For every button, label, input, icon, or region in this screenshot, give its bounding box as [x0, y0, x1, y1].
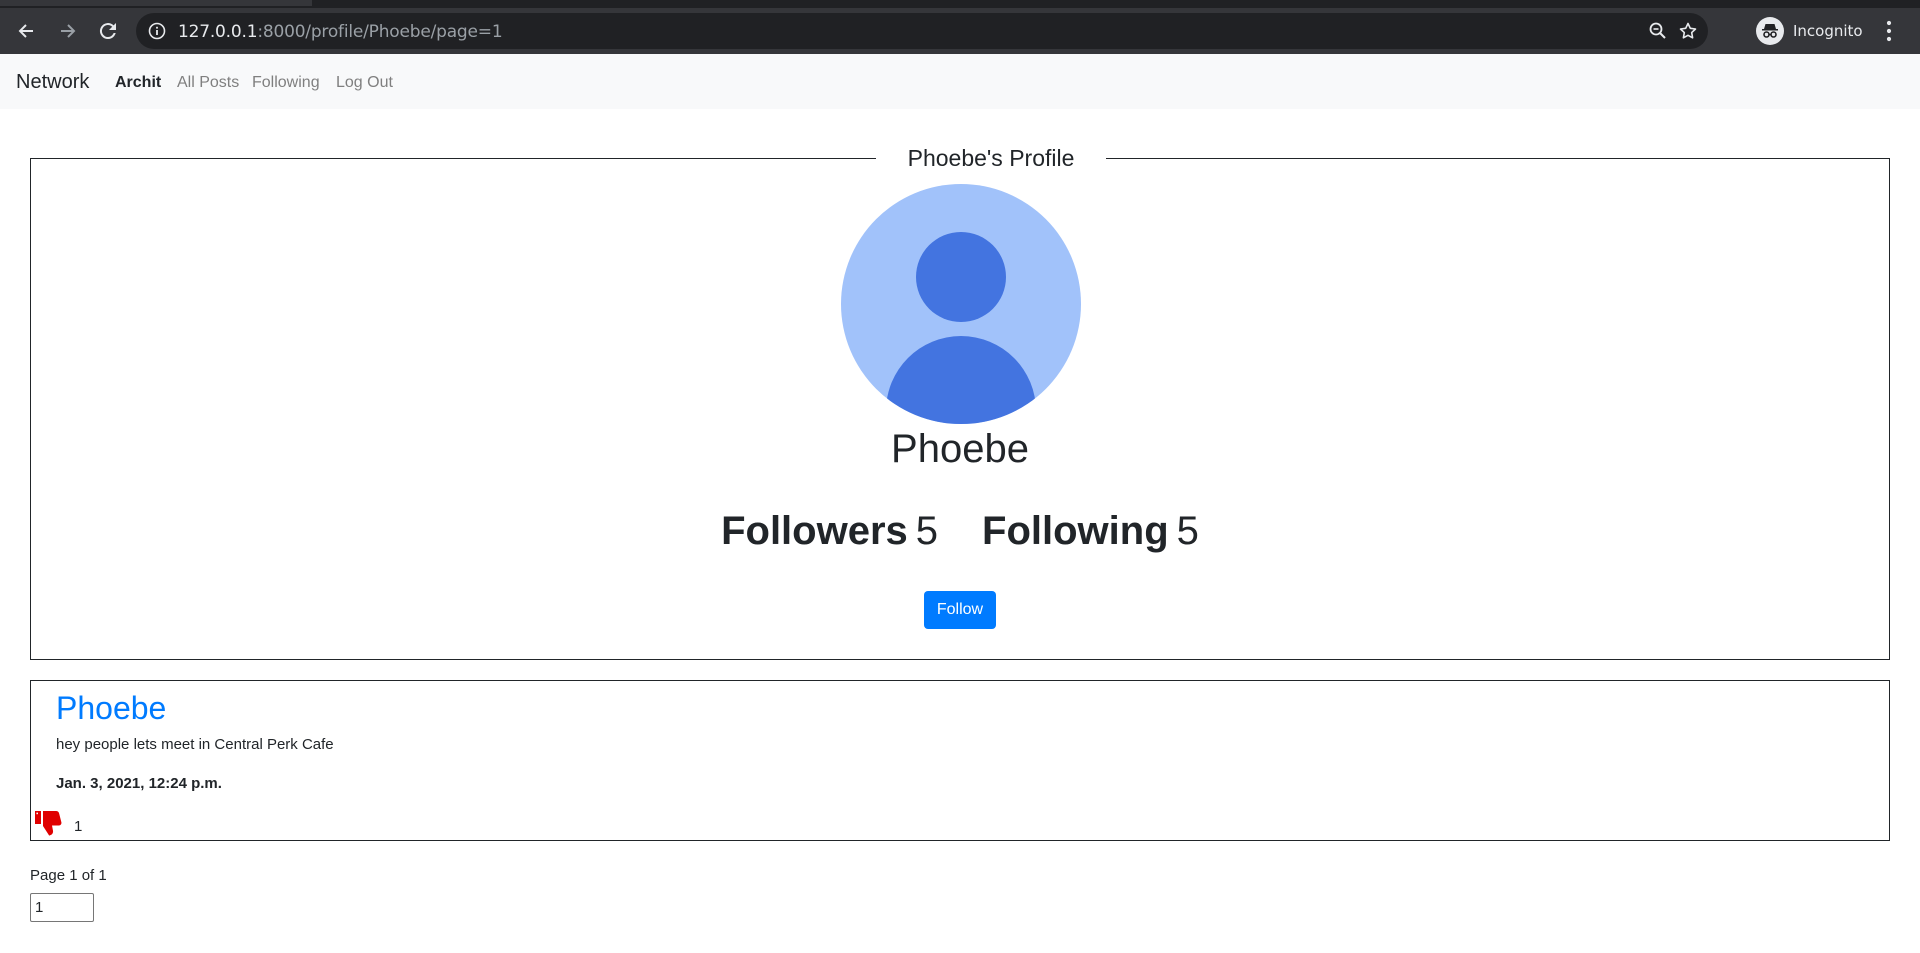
profile-stats: Followers 5 Following 5	[31, 509, 1889, 554]
following-count: 5	[1176, 509, 1199, 553]
incognito-label: Incognito	[1793, 22, 1863, 40]
site-navbar: Network Archit All Posts Following Log O…	[0, 54, 1920, 109]
nav-following-link[interactable]: Following	[252, 74, 320, 92]
profile-legend: Phoebe's Profile	[876, 145, 1106, 172]
incognito-avatar	[1756, 17, 1784, 45]
browser-menu-button[interactable]	[1886, 20, 1892, 47]
brand-link[interactable]: Network	[16, 71, 89, 94]
page-number-input[interactable]	[30, 893, 94, 922]
post-card: Phoebe hey people lets meet in Central P…	[30, 680, 1890, 841]
nav-logout-link[interactable]: Log Out	[336, 74, 393, 92]
follow-button[interactable]: Follow	[924, 591, 996, 629]
incognito-icon	[1762, 24, 1778, 38]
reload-icon	[99, 23, 116, 40]
post-timestamp: Jan. 3, 2021, 12:24 p.m.	[56, 775, 222, 792]
url-text[interactable]: 127.0.0.1:8000/profile/Phoebe/page=1	[178, 22, 503, 42]
pagination-info: Page 1 of 1	[30, 867, 107, 884]
url-path: :8000/profile/Phoebe/page=1	[257, 22, 503, 42]
following-label: Following	[982, 509, 1169, 553]
back-button[interactable]	[11, 16, 41, 46]
info-icon[interactable]	[148, 22, 166, 40]
back-arrow-icon	[18, 24, 33, 38]
browser-active-tab[interactable]	[0, 0, 312, 6]
thumbs-down-icon	[35, 811, 62, 836]
like-button[interactable]	[34, 809, 64, 842]
profile-card: Phoebe's Profile Phoebe Followers 5 Follow…	[30, 145, 1890, 660]
profile-name: Phoebe	[891, 427, 1029, 471]
followers-label: Followers	[721, 509, 908, 553]
avatar	[841, 184, 1081, 424]
incognito-profile-button[interactable]: Incognito	[1752, 16, 1876, 46]
kebab-menu-icon	[1886, 20, 1892, 42]
following-stat: Following 5	[982, 509, 1199, 554]
like-count: 1	[74, 818, 83, 835]
bookmark-button[interactable]	[1678, 21, 1698, 46]
browser-toolbar: 127.0.0.1:8000/profile/Phoebe/page=1 Inc…	[0, 8, 1920, 54]
post-content: hey people lets meet in Central Perk Caf…	[56, 736, 334, 753]
reload-button[interactable]	[93, 16, 123, 46]
avatar-head	[916, 232, 1006, 322]
forward-button[interactable]	[53, 16, 83, 46]
post-author-link[interactable]: Phoebe	[56, 690, 166, 727]
forward-arrow-icon	[61, 24, 76, 38]
followers-stat: Followers 5	[721, 509, 938, 554]
zoom-icon	[1649, 22, 1666, 39]
followers-count: 5	[915, 509, 939, 553]
avatar-body	[886, 336, 1036, 424]
star-icon	[1679, 22, 1697, 39]
nav-all-posts-link[interactable]: All Posts	[177, 74, 239, 92]
zoom-button[interactable]	[1648, 21, 1668, 46]
nav-user-link[interactable]: Archit	[115, 74, 161, 92]
url-host: 127.0.0.1	[178, 22, 258, 42]
address-bar[interactable]: 127.0.0.1:8000/profile/Phoebe/page=1	[136, 13, 1708, 49]
